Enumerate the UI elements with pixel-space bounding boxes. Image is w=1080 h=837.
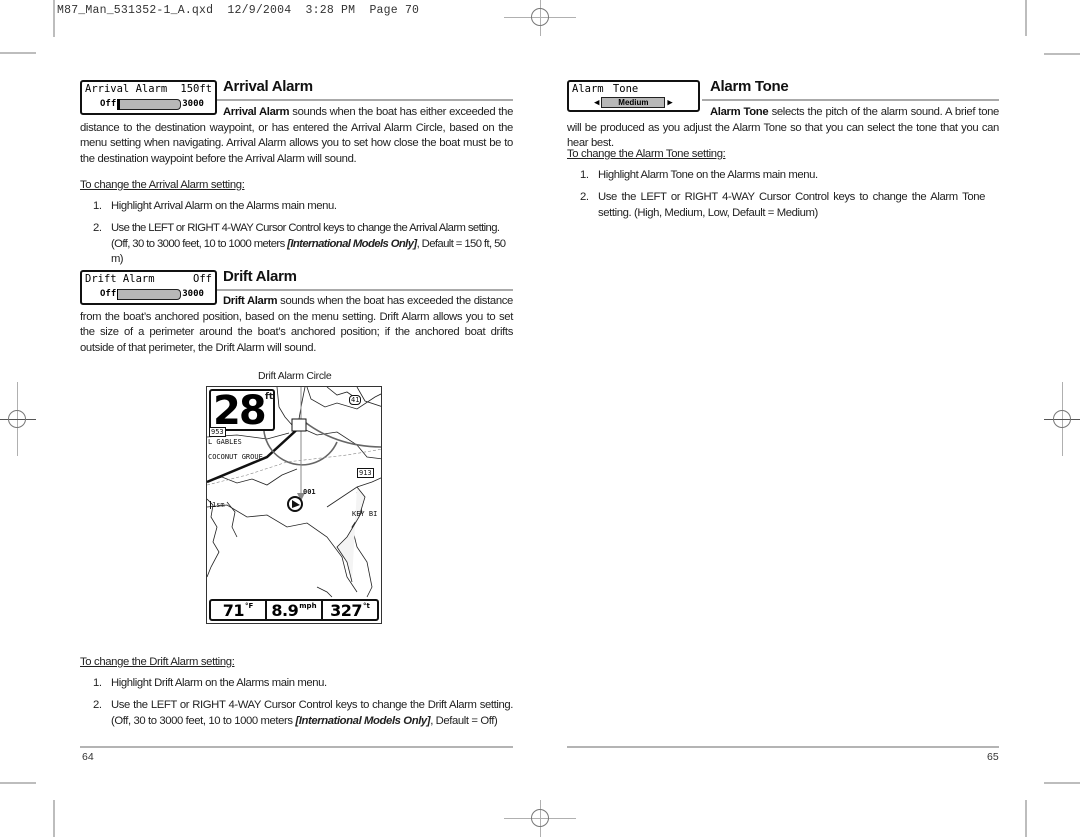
step-emphasis: [International Models Only] — [295, 714, 431, 727]
registration-mark-right — [1044, 382, 1080, 456]
readout-unit: °t — [363, 602, 370, 610]
footer-rule-left — [80, 746, 513, 748]
list-item: 2. Use the LEFT or RIGHT 4-WAY Cursor Co… — [93, 698, 513, 730]
intro-bold: Alarm Tone — [710, 106, 769, 118]
section-title-drift-alarm: Drift Alarm — [223, 268, 297, 285]
readout-value: 8.9 — [271, 601, 299, 620]
widget-label: Arrival Alarm — [85, 83, 168, 95]
heading-readout: 327 °t — [323, 601, 377, 620]
step-number: 2. — [93, 222, 102, 234]
registration-mark-bottom — [504, 800, 576, 837]
step-number: 2. — [93, 699, 102, 711]
map-label-coconut-grove: COCONUT GROUE — [208, 453, 263, 461]
alarm-tone-subhead: To change the Alarm Tone setting: — [567, 148, 726, 160]
readout-value: 71 — [222, 601, 245, 620]
speed-readout: 8.9 mph — [267, 601, 323, 620]
map-scale-label: 1sm — [210, 501, 225, 509]
readout-unit: °F — [244, 602, 254, 610]
crop-mark — [0, 782, 36, 784]
step-number: 1. — [93, 677, 102, 689]
intro-bold: Drift Alarm — [223, 295, 278, 307]
crop-mark — [0, 52, 36, 54]
registration-mark-left — [0, 382, 36, 456]
readout-value: 327 — [330, 601, 363, 620]
drift-alarm-description: Drift Alarm sounds when the boat has exc… — [80, 294, 513, 356]
step-emphasis: [International Models Only] — [287, 237, 417, 250]
step-number: 1. — [580, 169, 589, 181]
section-title-arrival-alarm: Arrival Alarm — [223, 78, 313, 95]
step-text: Use the LEFT or RIGHT 4-WAY Cursor Contr… — [598, 191, 985, 219]
data-readout-bar: 71 °F 8.9 mph 327 °t — [209, 599, 379, 621]
intro-bold: Arrival Alarm — [223, 106, 290, 118]
intro-text: selects the pitch of the alarm sound. A … — [567, 106, 999, 150]
step-text: Highlight Drift Alarm on the Alarms main… — [111, 677, 327, 689]
water-temperature-readout: 71 °F — [211, 601, 267, 620]
widget-label: Alarm Tone — [572, 83, 639, 95]
print-slug: M87_Man_531352-1_A.qxd 12/9/2004 3:28 PM… — [57, 4, 420, 17]
crop-mark — [1044, 782, 1080, 784]
crop-mark — [53, 800, 55, 837]
intro-text: sounds when the boat has exceeded the di… — [80, 295, 513, 354]
drift-alarm-subhead: To change the Drift Alarm setting: — [80, 656, 235, 668]
list-item: 2. Use the LEFT or RIGHT 4-WAY Cursor Co… — [93, 221, 513, 265]
section-rule — [217, 99, 513, 101]
crop-mark — [53, 0, 55, 37]
widget-label: Drift Alarm — [85, 273, 155, 285]
step-text: Highlight Arrival Alarm on the Alarms ma… — [111, 200, 337, 212]
widget-value: Off — [193, 273, 212, 285]
widget-value: 150ft — [180, 83, 212, 95]
step-number: 2. — [580, 191, 589, 203]
arrival-alarm-description: Arrival Alarm sounds when the boat has e… — [80, 105, 513, 167]
step-number: 1. — [93, 200, 102, 212]
alarm-tone-description: Alarm Tone selects the pitch of the alar… — [567, 105, 999, 152]
depth-unit: ft — [265, 392, 274, 402]
readout-unit: mph — [299, 602, 317, 610]
section-rule — [702, 99, 999, 101]
crop-mark — [1025, 0, 1027, 36]
step-text-tail: , Default = Off) — [430, 714, 498, 727]
map-label-route-41: 41 — [349, 395, 362, 405]
page-number-right: 65 — [987, 751, 999, 763]
crop-mark — [1044, 53, 1080, 55]
section-title-alarm-tone: Alarm Tone — [710, 78, 789, 95]
fishfinder-map-screen: 28 ft 41 953 L GABLES COCONUT GROUE 913 … — [206, 386, 382, 624]
footer-rule-right — [567, 746, 999, 748]
page-number-left: 64 — [82, 751, 94, 763]
arrival-alarm-subhead: To change the Arrival Alarm setting: — [80, 179, 245, 191]
step-text: Highlight Alarm Tone on the Alarms main … — [598, 169, 818, 181]
registration-mark-top — [504, 0, 576, 36]
intro-text: sounds when the boat has either exceeded… — [80, 106, 514, 165]
map-label-key-biscayne: KEY BI — [352, 510, 378, 518]
section-rule — [217, 289, 513, 291]
list-item: 2. Use the LEFT or RIGHT 4-WAY Cursor Co… — [580, 190, 985, 222]
map-label-route-953: 953 — [209, 427, 226, 437]
figure-caption: Drift Alarm Circle — [258, 370, 332, 382]
depth-readout: 28 ft — [209, 388, 275, 434]
map-label-route-913: 913 — [357, 468, 374, 478]
map-label-waypoint-001: 001 — [303, 488, 316, 496]
crop-mark — [1025, 800, 1027, 837]
map-label-gables: L GABLES — [208, 438, 242, 446]
